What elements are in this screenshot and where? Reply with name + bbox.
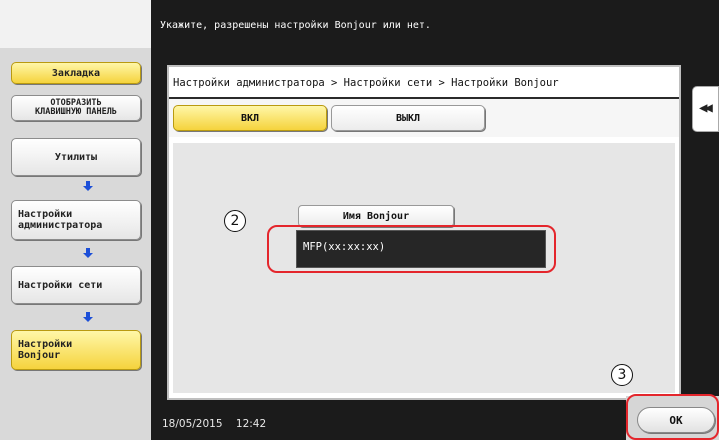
sidebar-item-label: Bonjour <box>18 350 61 361</box>
bookmark-label: Закладка <box>51 67 101 79</box>
sidebar-item-label: Настройки <box>18 339 73 350</box>
toggle-on-button[interactable]: ВКЛ <box>173 105 327 131</box>
breadcrumb: Настройки администратора > Настройки сет… <box>173 77 559 89</box>
arrow-down-icon <box>83 181 93 191</box>
sidebar-item-utilities[interactable]: Утилиты <box>11 138 141 176</box>
sidebar-item-bonjour-settings[interactable]: Настройки Bonjour <box>11 330 141 370</box>
highlight-frame-ok <box>626 394 719 440</box>
instruction-message: Укажите, разрешены настройки Bonjour или… <box>160 20 431 31</box>
collapse-panel-button[interactable]: ◀◀ <box>692 86 719 132</box>
date-text: 18/05/2015 <box>162 418 223 430</box>
status-bar: 18/05/2015 12:42 <box>151 408 626 440</box>
callout-step-3: 3 <box>611 364 633 386</box>
sidebar-item-label: Утилиты <box>54 151 98 163</box>
arrow-down-icon <box>83 312 93 322</box>
left-nav-panel: Закладка ОТОБРАЗИТЬ КЛАВИШНУЮ ПАНЕЛЬ Ути… <box>0 0 151 440</box>
bonjour-name-label: Имя Bonjour <box>342 210 410 222</box>
sidebar-item-label: администратора <box>18 220 103 231</box>
sidebar-item-admin-settings[interactable]: Настройки администратора <box>11 200 141 240</box>
time-text: 12:42 <box>235 418 267 430</box>
toggle-off-label: ВЫКЛ <box>395 112 421 124</box>
bonjour-name-button[interactable]: Имя Bonjour <box>298 205 454 227</box>
callout-number: 2 <box>230 213 240 229</box>
callout-step-2: 2 <box>224 210 246 232</box>
bookmark-button[interactable]: Закладка <box>11 62 141 84</box>
show-keypad-button[interactable]: ОТОБРАЗИТЬ КЛАВИШНУЮ ПАНЕЛЬ <box>11 95 141 121</box>
sidebar-item-label: Настройки <box>18 209 73 220</box>
callout-number: 3 <box>617 367 627 383</box>
arrow-down-icon <box>83 248 93 258</box>
sidebar-item-label: Настройки сети <box>18 279 103 291</box>
toggle-on-label: ВКЛ <box>240 112 260 124</box>
keypad-label-line2: КЛАВИШНУЮ ПАНЕЛЬ <box>35 107 117 117</box>
toggle-bar: ВКЛ ВЫКЛ <box>169 99 679 137</box>
double-chevron-left-icon: ◀◀ <box>699 100 713 116</box>
left-panel-top <box>0 0 151 48</box>
highlight-frame-name-field <box>267 225 556 273</box>
datetime: 18/05/2015 12:42 <box>162 418 266 430</box>
toggle-off-button[interactable]: ВЫКЛ <box>331 105 485 131</box>
sidebar-item-network-settings[interactable]: Настройки сети <box>11 266 141 304</box>
